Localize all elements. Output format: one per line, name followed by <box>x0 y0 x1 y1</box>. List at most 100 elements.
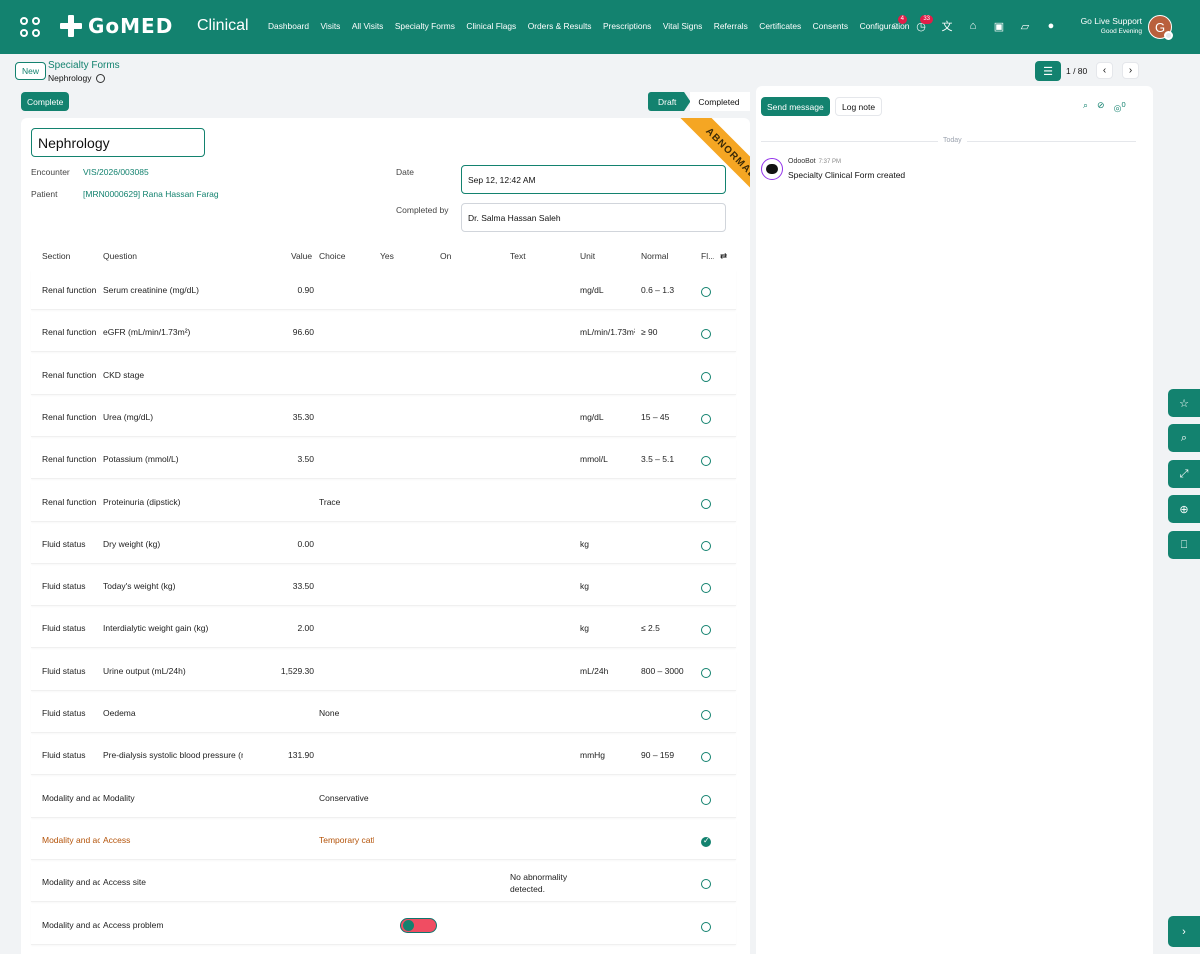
building-icon[interactable]: ⌂ <box>965 18 981 34</box>
gear-icon[interactable] <box>96 73 106 83</box>
flag-radio[interactable] <box>701 710 711 720</box>
nav-specialty-forms[interactable]: Specialty Forms <box>395 21 455 31</box>
flag-radio[interactable] <box>701 667 711 678</box>
table-row[interactable]: Fluid status Dry weight (kg) 0.00 kg <box>31 524 736 564</box>
presence-dot <box>1164 31 1173 40</box>
flag-radio[interactable] <box>701 879 711 890</box>
table-row[interactable]: Fluid status Today's weight (kg) 33.50 kg <box>31 566 736 607</box>
activity-clock-icon[interactable]: ◷ 33 <box>913 15 933 34</box>
column-toggle-icon[interactable]: ⇄ <box>720 251 727 262</box>
chevron-right-icon[interactable]: › <box>1122 62 1139 79</box>
expand-icon[interactable]: ⤢ <box>1168 460 1200 488</box>
flag-radio[interactable] <box>701 456 711 467</box>
flag-radio[interactable] <box>701 836 711 847</box>
app-menu-icon[interactable] <box>20 17 40 37</box>
flag-radio[interactable] <box>701 625 711 636</box>
star-icon[interactable]: ☆ <box>1168 389 1200 417</box>
row-unit: mg/dL <box>580 285 604 295</box>
note-icon[interactable]: ▱ <box>1017 18 1033 34</box>
col-flag[interactable]: Fl... <box>701 251 714 261</box>
messages-icon[interactable]: ◌ 4 <box>887 15 907 34</box>
log-note-button[interactable]: Log note <box>835 97 883 116</box>
flag-radio[interactable] <box>701 287 711 297</box>
nav-referrals[interactable]: Referrals <box>714 21 748 31</box>
flag-radio[interactable] <box>701 329 711 340</box>
location-pin-icon[interactable]: ● <box>1043 18 1059 34</box>
translate-icon[interactable]: 文 <box>939 18 955 34</box>
send-message-button[interactable]: Send message <box>761 97 830 116</box>
chevron-left-icon[interactable]: ‹ <box>1096 62 1113 79</box>
flag-radio[interactable] <box>701 498 711 509</box>
table-row[interactable]: Fluid status Oedema None <box>31 693 736 733</box>
form-name-input[interactable]: Nephrology <box>31 128 205 157</box>
col-unit[interactable]: Unit <box>580 251 595 261</box>
table-row[interactable]: Renal function Urea (mg/dL) 35.30 mg/dL 15 –… <box>31 397 736 437</box>
table-row[interactable]: Fluid status Interdialytic weight gain (k… <box>31 608 736 649</box>
chevron-right-side-icon[interactable]: › <box>1168 916 1200 947</box>
flag-radio[interactable] <box>701 413 711 424</box>
completed-by-input[interactable]: Dr. Salma Hassan Saleh <box>461 203 726 232</box>
search-icon[interactable]: ⌕ <box>1083 100 1088 114</box>
table-row[interactable]: Modality and accessAccess Temporary cathe… <box>31 820 736 860</box>
nav-visits[interactable]: Visits <box>320 21 340 31</box>
table-row[interactable]: Renal function Serum creatinine (mg/dL) 0.… <box>31 270 736 310</box>
nav-dashboard[interactable]: Dashboard <box>268 21 309 31</box>
col-text[interactable]: Text <box>510 251 526 261</box>
status-draft[interactable]: Draft <box>648 92 691 111</box>
user-info[interactable]: Go Live Support Good Evening <box>1081 16 1142 35</box>
row-normal: 3.5 – 5.1 <box>641 454 675 465</box>
patient-link[interactable]: [MRN0000629] Rana Hassan Farag <box>83 189 219 199</box>
flag-radio[interactable] <box>701 583 711 594</box>
row-section: Renal function <box>42 496 97 507</box>
flag-radio[interactable] <box>701 752 711 763</box>
nav-orders-results[interactable]: Orders & Results <box>528 21 592 31</box>
odoobot-avatar[interactable] <box>761 158 783 180</box>
flag-radio[interactable] <box>701 371 711 382</box>
col-value[interactable]: Value <box>291 251 312 261</box>
table-row[interactable]: Fluid status Pre-dialysis systolic blood … <box>31 735 736 776</box>
breadcrumb-parent[interactable]: Specialty Forms <box>48 60 120 71</box>
app-title: Clinical <box>197 17 249 34</box>
table-row[interactable]: Renal function Potassium (mmol/L) 3.50 mmol… <box>31 439 736 480</box>
avatar[interactable]: G <box>1148 15 1173 40</box>
col-yes[interactable]: Yes <box>380 251 394 261</box>
table-row[interactable]: Renal function eGFR (mL/min/1.73m²) 96.60 m… <box>31 312 736 353</box>
form-sheet: ABNORMAL Nephrology Encounter VIS/2026/0… <box>21 118 750 954</box>
table-row[interactable]: Modality and accessAccess site No abnorma… <box>31 862 736 903</box>
nav-consents[interactable]: Consents <box>813 21 848 31</box>
chart-board-icon[interactable]: ▣ <box>991 18 1007 34</box>
date-input[interactable]: Sep 12, 12:42 AM <box>461 165 726 194</box>
row-unit: kg <box>580 581 589 592</box>
filter-sliders-icon[interactable]: ☰ <box>1035 61 1061 81</box>
table-row[interactable]: Modality and accessAccess problem <box>31 905 736 945</box>
table-row[interactable]: Renal function Proteinuria (dipstick) Trac… <box>31 482 736 522</box>
col-question[interactable]: Question <box>103 251 137 261</box>
pager-value[interactable]: 1 / 80 <box>1066 66 1087 76</box>
table-row[interactable]: Renal function CKD stage <box>31 355 736 395</box>
col-on[interactable]: On <box>440 251 451 261</box>
table-row[interactable]: Modality and accessModality Conservative <box>31 778 736 818</box>
yes-toggle[interactable] <box>400 917 437 933</box>
new-button[interactable]: New <box>15 62 47 80</box>
message-time: 7:37 PM <box>818 159 841 165</box>
followers-icon[interactable]: ◎0 <box>1114 100 1126 114</box>
status-completed[interactable]: Completed <box>690 92 750 111</box>
col-normal[interactable]: Normal <box>641 251 668 261</box>
table-row[interactable]: Fluid status Urine output (mL/24h) 1,529.3… <box>31 651 736 691</box>
nav-all-visits[interactable]: All Visits <box>352 21 384 31</box>
flag-radio[interactable] <box>701 794 711 805</box>
col-section[interactable]: Section <box>42 251 70 261</box>
complete-button[interactable]: Complete <box>21 92 70 111</box>
flag-radio[interactable] <box>701 540 711 551</box>
col-choice[interactable]: Choice <box>319 251 345 261</box>
nav-clinical-flags[interactable]: Clinical Flags <box>466 21 516 31</box>
encounter-link[interactable]: VIS/2026/003085 <box>83 167 149 177</box>
zoom-icon[interactable]: ⊕ <box>1168 495 1200 523</box>
bookmark-icon[interactable]: ⎕ <box>1168 531 1200 559</box>
nav-certificates[interactable]: Certificates <box>759 21 801 31</box>
paperclip-icon[interactable]: ⊘ <box>1097 100 1105 114</box>
search-side-icon[interactable]: ⌕ <box>1168 424 1200 452</box>
nav-vital-signs[interactable]: Vital Signs <box>663 21 702 31</box>
nav-prescriptions[interactable]: Prescriptions <box>603 21 651 31</box>
flag-radio[interactable] <box>701 921 711 932</box>
